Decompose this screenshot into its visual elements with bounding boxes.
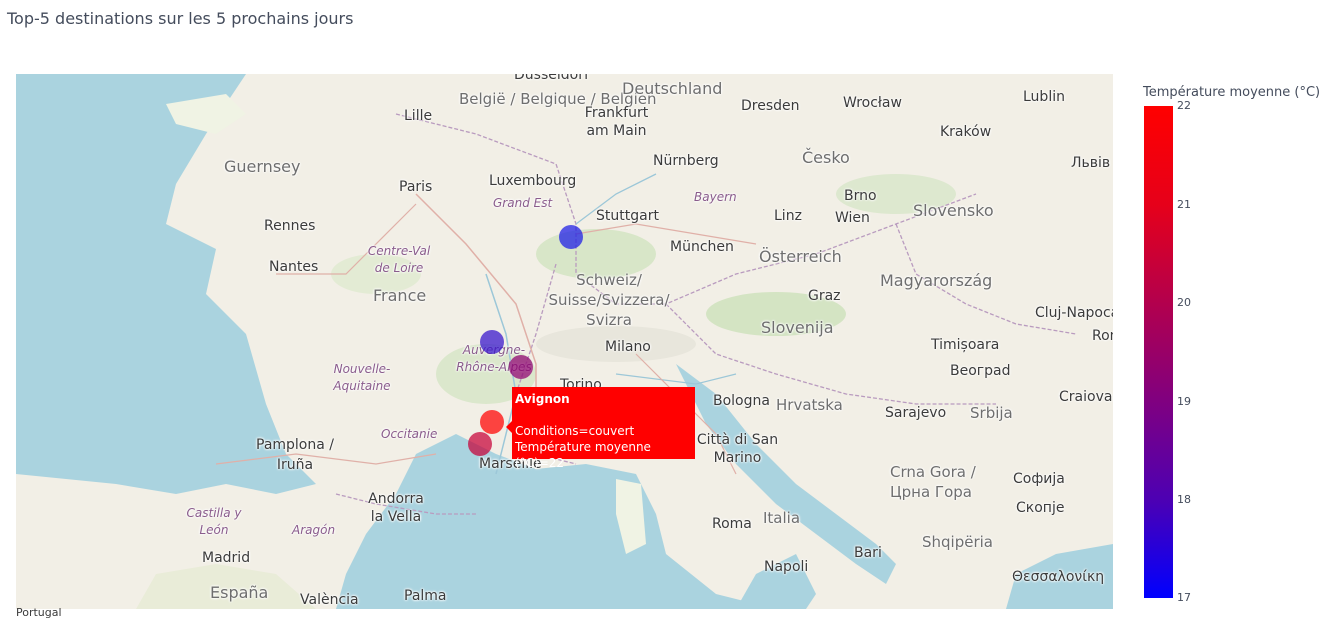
region-label: Castilla y León: [186, 506, 242, 537]
city-label: Wrocław: [843, 95, 902, 111]
region-label: Bayern: [694, 190, 737, 204]
city-label: Lublin: [1023, 89, 1065, 105]
city-label: Lille: [404, 108, 433, 124]
city-label: Napoli: [764, 559, 809, 575]
city-label: Città di San Marino: [696, 432, 779, 466]
tooltip-title: Avignon: [515, 392, 570, 406]
country-label: Magyarország: [880, 271, 993, 290]
city-label: Brno: [844, 188, 877, 204]
city-label: València: [300, 592, 359, 608]
city-label: Львів: [1071, 155, 1111, 171]
city-label: Sarajevo: [885, 405, 947, 421]
city-label: Beограd: [950, 363, 1011, 379]
city-label: Θεσσαλονίκη: [1012, 569, 1105, 585]
colorbar-tick: 17: [1177, 591, 1191, 604]
country-label: France: [373, 286, 427, 305]
colorbar-tick: 19: [1177, 395, 1191, 408]
city-label: Düsseldorf: [514, 74, 589, 83]
region-label: Grand Est: [493, 196, 553, 210]
city-label: Palma: [404, 588, 447, 604]
region-label: Centre-Val de Loire: [367, 244, 431, 275]
marker-marseille[interactable]: [468, 432, 492, 456]
city-label: Stuttgart: [596, 208, 659, 224]
country-label: Deutschland: [622, 79, 723, 98]
colorbar-tick: 18: [1177, 493, 1191, 506]
city-label: Kraków: [940, 124, 992, 140]
chart-title: Top-5 destinations sur les 5 prochains j…: [7, 9, 354, 28]
city-label: Pamplona / Iruña: [256, 437, 334, 473]
city-label: Frankfurt am Main: [584, 105, 649, 139]
city-label: Wien: [835, 210, 870, 226]
country-label: Crna Gora / Црна Гора: [890, 463, 976, 501]
city-label: Cluj-Napoca: [1035, 305, 1113, 321]
tooltip-temperature: Température moyenne (°C)=22: [515, 440, 651, 470]
city-label: Graz: [808, 288, 841, 304]
city-label: Nürnberg: [653, 153, 719, 169]
city-label: Madrid: [202, 550, 251, 566]
marker-grenoble[interactable]: [509, 355, 533, 379]
city-label: Andorra la Vella: [368, 491, 424, 525]
country-label: Slovensko: [913, 201, 994, 220]
tooltip-arrow: [506, 421, 512, 433]
city-label: Rennes: [264, 218, 316, 234]
city-label: Luxembourg: [489, 173, 577, 189]
hover-tooltip: Avignon Conditions=couvert Température m…: [506, 387, 695, 470]
city-label: Milano: [605, 339, 651, 355]
country-label: España: [210, 583, 269, 602]
country-label: Schweiz/ Suisse/Svizzera/ Svizra: [548, 271, 670, 329]
marker-lyon[interactable]: [480, 330, 504, 354]
colorbar-tick: 20: [1177, 296, 1191, 309]
city-label: Bologna: [713, 393, 770, 409]
region-label: Nouvelle-Aquitaine: [333, 362, 391, 393]
country-label: Shqipëria: [922, 533, 993, 551]
map-cut-label: Portugal: [16, 606, 62, 619]
marker-strasbourg[interactable]: [559, 225, 583, 249]
city-label: Linz: [774, 208, 802, 224]
country-label: Hrvatska: [776, 396, 843, 414]
country-label: Srbija: [970, 404, 1013, 422]
city-label: Roma: [712, 516, 752, 532]
colorbar-tick: 21: [1177, 198, 1191, 211]
country-label: Österreich: [759, 247, 842, 266]
city-label: Roman: [1092, 328, 1113, 344]
city-label: Craiova: [1059, 389, 1113, 405]
marker-avignon[interactable]: [480, 410, 504, 434]
city-label: Timișoara: [931, 337, 1000, 353]
country-label: Česko: [802, 148, 850, 167]
country-label: Italia: [763, 509, 801, 527]
region-label: Aragón: [292, 523, 336, 537]
tooltip-conditions: Conditions=couvert: [515, 424, 635, 438]
city-label: Софија: [1013, 471, 1065, 487]
map-panel[interactable]: België / Belgique / Belgien Deutschland …: [16, 74, 1113, 609]
city-label: München: [670, 239, 734, 255]
colorbar-tick: 22: [1177, 99, 1191, 112]
colorbar: [1144, 106, 1173, 598]
region-label: Occitanie: [381, 427, 438, 441]
city-label: Nantes: [269, 259, 319, 275]
colorbar-title: Température moyenne (°C): [1143, 85, 1321, 100]
city-label: Dresden: [741, 98, 800, 114]
tooltip-spacer: [515, 407, 692, 423]
country-label: Guernsey: [224, 157, 301, 176]
city-label: Bari: [854, 545, 882, 561]
city-label: Скопје: [1016, 500, 1065, 516]
city-label: Paris: [399, 179, 433, 195]
country-label: Slovenija: [761, 318, 834, 337]
